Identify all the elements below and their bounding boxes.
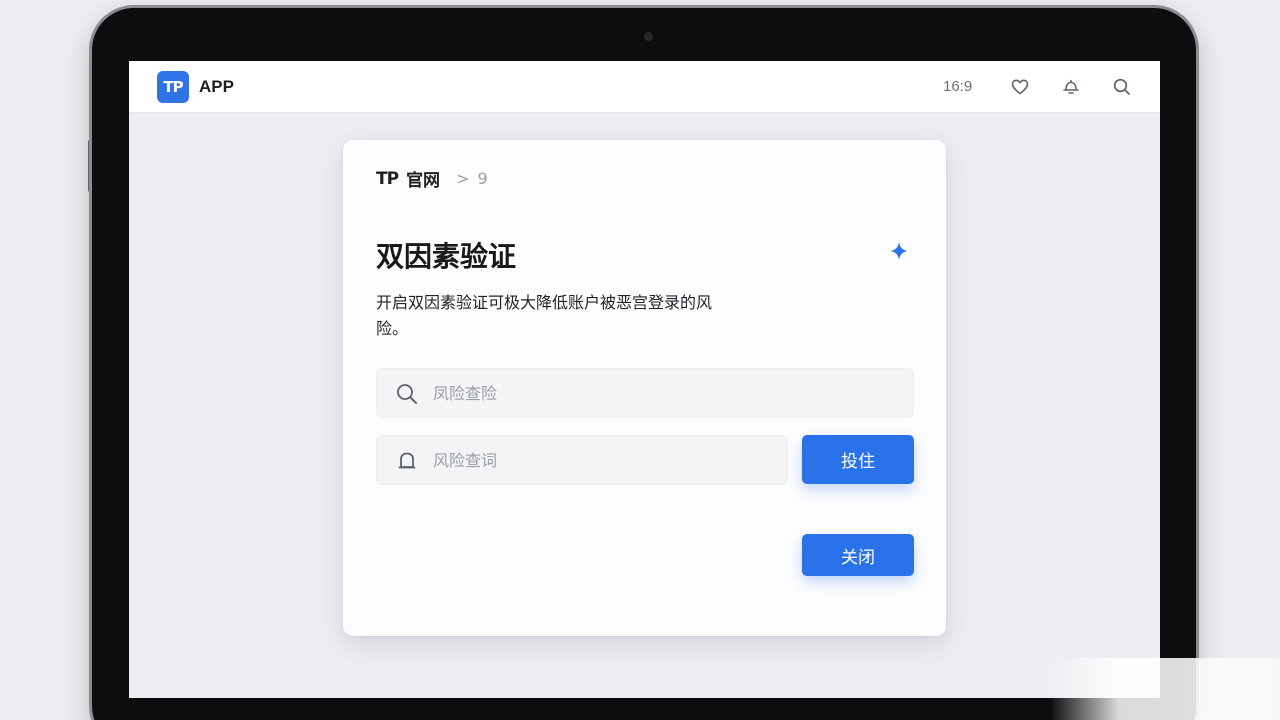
two-factor-dialog: TP 官网 > 9 双因素验证 开启双因素验证可极大降低账户被恶宫登录的风险。 …: [343, 140, 946, 636]
watermark-blur: [1050, 658, 1280, 720]
dialog-title: 双因素验证: [376, 240, 517, 273]
dialog-description: 开启双因素验证可极大降低账户被恶宫登录的风险。: [376, 293, 713, 338]
top-bar: TP APP 16:9: [129, 61, 1160, 113]
app-name: APP: [199, 77, 234, 96]
heart-icon[interactable]: [1010, 77, 1030, 97]
breadcrumb-site-link[interactable]: 官网: [406, 166, 440, 191]
screen: TP APP 16:9 TP 官网 > 9 双因素验证 开启双因素验证可极大降低…: [129, 61, 1160, 698]
breadcrumb-logo[interactable]: TP: [376, 169, 399, 189]
risk-search-input[interactable]: [433, 369, 899, 417]
search-field: [376, 368, 914, 418]
search-icon: [397, 384, 417, 404]
breadcrumb-current-page: 9: [477, 169, 488, 188]
bell-icon: [398, 452, 416, 469]
bell-icon[interactable]: [1061, 77, 1081, 97]
send-button[interactable]: 投住: [802, 435, 914, 484]
aspect-ratio-label: 16:9: [943, 78, 973, 95]
risk-query-input[interactable]: [433, 436, 773, 484]
camera-dot: [644, 32, 653, 41]
close-button[interactable]: 关闭: [802, 534, 914, 576]
sparkle-icon: [890, 242, 908, 260]
breadcrumb-separator: >: [456, 169, 470, 188]
query-field: [376, 435, 788, 485]
app-logo[interactable]: TP: [157, 71, 189, 103]
breadcrumb: TP 官网 > 9: [376, 166, 488, 192]
search-icon[interactable]: [1112, 77, 1132, 97]
